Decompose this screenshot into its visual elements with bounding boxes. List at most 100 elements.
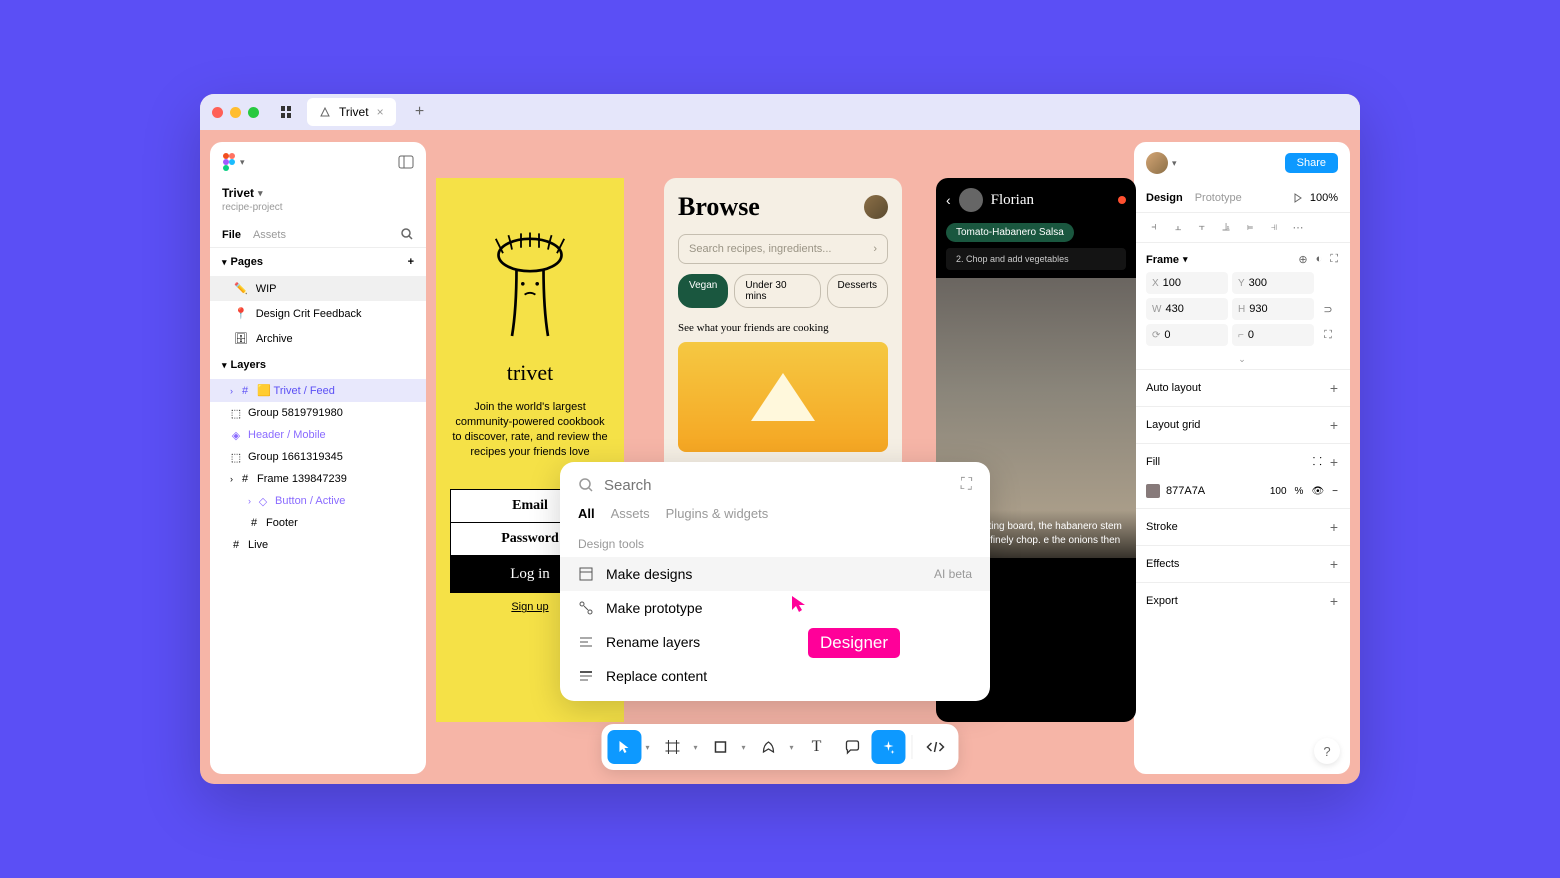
link-dims-icon[interactable]: ⊃ <box>1318 298 1338 320</box>
resize-icon[interactable]: ⊕ <box>1298 253 1307 266</box>
page-item[interactable]: ✏️WIP <box>210 276 426 301</box>
w-input[interactable]: W430 <box>1146 298 1228 320</box>
text-tool[interactable]: T <box>800 730 834 764</box>
rotation-input[interactable]: ⟳0 <box>1146 324 1228 346</box>
add-icon[interactable]: + <box>1330 593 1338 609</box>
add-page-icon[interactable]: + <box>408 256 414 268</box>
popup-tab-plugins[interactable]: Plugins & widgets <box>666 506 769 521</box>
export-row[interactable]: Export+ <box>1134 582 1350 619</box>
layer-item[interactable]: ⬚Group 5819791980 <box>210 402 426 424</box>
color-swatch[interactable] <box>1146 484 1160 498</box>
layers-section-header[interactable]: ▾Layers <box>210 351 426 379</box>
recipe-image[interactable] <box>678 342 888 452</box>
x-input[interactable]: X100 <box>1146 272 1228 294</box>
move-tool[interactable] <box>607 730 641 764</box>
chevron-down-icon[interactable]: ⌄ <box>1134 350 1350 369</box>
add-icon[interactable]: + <box>1330 556 1338 572</box>
ai-actions-tool[interactable] <box>872 730 906 764</box>
layout-grid-row[interactable]: Layout grid+ <box>1134 406 1350 443</box>
orientation-icon[interactable]: ◐ <box>1316 253 1323 266</box>
y-input[interactable]: Y300 <box>1232 272 1314 294</box>
radius-input[interactable]: ⌐0 <box>1232 324 1314 346</box>
page-item[interactable]: 🗄Archive <box>210 326 426 351</box>
share-button[interactable]: Share <box>1285 153 1338 173</box>
expand-icon[interactable]: ⛶ <box>961 476 972 494</box>
zoom-control[interactable]: 100% <box>1292 192 1338 204</box>
recipe-chip[interactable]: Tomato-Habanero Salsa <box>946 223 1074 242</box>
tab-design[interactable]: Design <box>1146 184 1183 212</box>
popup-tab-all[interactable]: All <box>578 506 595 521</box>
minimize-window-button[interactable] <box>230 107 241 118</box>
canvas-frame-browse[interactable]: Browse Search recipes, ingredients... › … <box>664 178 902 490</box>
chevron-down-icon[interactable]: ▾ <box>786 743 798 752</box>
tab-file[interactable]: File <box>222 223 241 247</box>
layer-item[interactable]: ›◇Button / Active <box>210 490 426 512</box>
chevron-down-icon[interactable]: ▾ <box>641 743 653 752</box>
corners-icon[interactable]: ⛶ <box>1318 324 1338 346</box>
add-icon[interactable]: + <box>1330 380 1338 396</box>
pen-tool[interactable] <box>752 730 786 764</box>
figma-menu-button[interactable]: ▾ <box>222 152 245 172</box>
actions-search-input[interactable] <box>604 477 951 494</box>
layer-item[interactable]: ›#🟨 Trivet / Feed <box>210 379 426 402</box>
align-center-v-icon[interactable]: ⫢ <box>1242 221 1258 234</box>
remove-icon[interactable]: − <box>1332 486 1338 497</box>
popup-tab-assets[interactable]: Assets <box>611 506 650 521</box>
panel-toggle-icon[interactable] <box>398 154 414 170</box>
effects-row[interactable]: Effects+ <box>1134 545 1350 582</box>
dev-mode-tool[interactable] <box>919 730 953 764</box>
avatar[interactable] <box>864 195 888 219</box>
layer-item[interactable]: ›#Frame 139847239 <box>210 468 426 490</box>
project-folder[interactable]: recipe-project <box>210 202 426 223</box>
shape-tool[interactable] <box>704 730 738 764</box>
signup-link[interactable]: Sign up <box>511 601 548 613</box>
chevron-down-icon[interactable]: ▾ <box>738 743 750 752</box>
chip-desserts[interactable]: Desserts <box>827 274 888 308</box>
pages-section-header[interactable]: ▾Pages + <box>210 248 426 276</box>
align-right-icon[interactable]: ⫟ <box>1194 221 1210 234</box>
align-center-h-icon[interactable]: ⫠ <box>1170 221 1186 234</box>
layer-item[interactable]: #Live <box>210 534 426 556</box>
layer-item[interactable]: #Footer <box>210 512 426 534</box>
visibility-icon[interactable]: 👁 <box>1311 486 1324 497</box>
more-align-icon[interactable]: ⋯ <box>1290 221 1306 234</box>
chip-under30[interactable]: Under 30 mins <box>734 274 820 308</box>
add-icon[interactable]: + <box>1330 417 1338 433</box>
align-left-icon[interactable]: ⫞ <box>1146 221 1162 234</box>
page-item[interactable]: 📍Design Crit Feedback <box>210 301 426 326</box>
chevron-down-icon[interactable]: ▾ <box>689 743 701 752</box>
tab-assets[interactable]: Assets <box>253 223 286 247</box>
action-replace-content[interactable]: Replace content <box>560 659 990 693</box>
add-icon[interactable]: + <box>1330 454 1338 470</box>
frame-type-dropdown[interactable]: Frame▾ <box>1146 254 1188 266</box>
help-button[interactable]: ? <box>1314 738 1340 764</box>
auto-layout-row[interactable]: Auto layout+ <box>1134 369 1350 406</box>
back-icon[interactable]: ‹ <box>946 192 951 208</box>
h-input[interactable]: H930 <box>1232 298 1314 320</box>
project-name[interactable]: Trivet ▾ <box>210 182 426 202</box>
close-tab-icon[interactable]: × <box>377 105 384 119</box>
add-icon[interactable]: + <box>1330 519 1338 535</box>
action-rename-layers[interactable]: Rename layers <box>560 625 990 659</box>
recipe-search-input[interactable]: Search recipes, ingredients... › <box>678 234 888 264</box>
align-bottom-icon[interactable]: ⫣ <box>1266 221 1282 234</box>
tab-prototype[interactable]: Prototype <box>1195 184 1242 212</box>
hex-input[interactable]: 877A7A <box>1166 485 1205 497</box>
frame-tool[interactable] <box>655 730 689 764</box>
styles-icon[interactable]: ⸬ <box>1313 454 1322 470</box>
fit-icon[interactable]: ⛶ <box>1330 253 1338 266</box>
home-tab[interactable] <box>275 100 299 124</box>
comment-tool[interactable] <box>836 730 870 764</box>
user-avatar-menu[interactable]: ▾ <box>1146 152 1177 174</box>
close-window-button[interactable] <box>212 107 223 118</box>
stroke-row[interactable]: Stroke+ <box>1134 508 1350 545</box>
align-top-icon[interactable]: ⫡ <box>1218 221 1234 234</box>
action-make-prototype[interactable]: Make prototype <box>560 591 990 625</box>
file-tab[interactable]: Trivet × <box>307 98 396 126</box>
opacity-input[interactable]: 100 <box>1270 486 1287 497</box>
search-icon[interactable] <box>400 227 414 241</box>
action-make-designs[interactable]: Make designs AI beta <box>560 557 990 591</box>
new-tab-button[interactable]: + <box>408 100 432 124</box>
layer-item[interactable]: ⬚Group 1661319345 <box>210 446 426 468</box>
maximize-window-button[interactable] <box>248 107 259 118</box>
